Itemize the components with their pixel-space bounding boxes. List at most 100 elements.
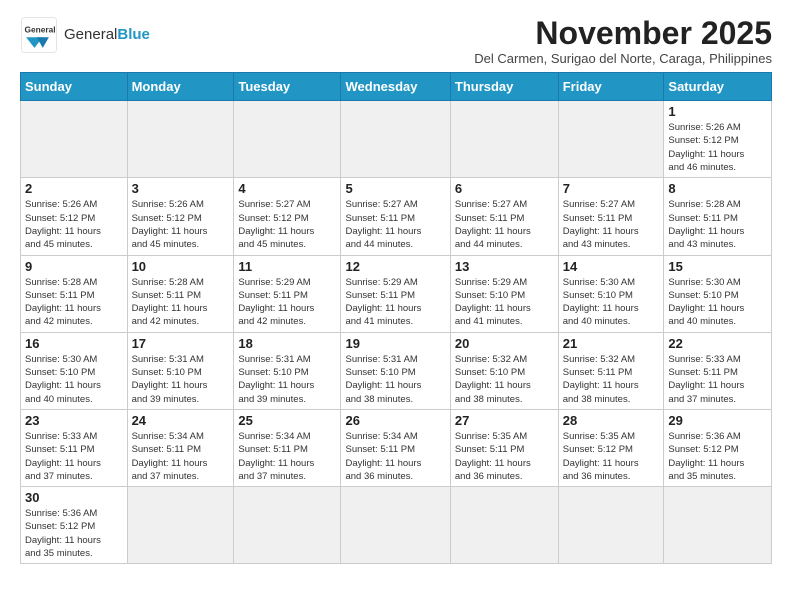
calendar-cell: 4 Sunrise: 5:27 AM Sunset: 5:12 PM Daylig…	[234, 178, 341, 255]
day-number: 17	[132, 336, 230, 351]
calendar-header-friday: Friday	[558, 73, 664, 101]
calendar-cell: 18Sunrise: 5:31 AM Sunset: 5:10 PM Dayli…	[234, 332, 341, 409]
calendar-cell	[341, 487, 450, 564]
day-info: Sunrise: 5:35 AM Sunset: 5:11 PM Dayligh…	[455, 430, 554, 483]
title-block: November 2025 Del Carmen, Surigao del No…	[474, 16, 772, 66]
day-info: Sunrise: 5:27 AM Sunset: 5:12 PM Dayligh…	[238, 198, 336, 251]
calendar-cell: 16 Sunrise: 5:30 AM Sunset: 5:10 PM Dayli…	[21, 332, 128, 409]
calendar-cell: 12Sunrise: 5:29 AM Sunset: 5:11 PM Dayli…	[341, 255, 450, 332]
day-number: 10	[132, 259, 230, 274]
day-info: Sunrise: 5:28 AM Sunset: 5:11 PM Dayligh…	[668, 198, 767, 251]
day-info: Sunrise: 5:28 AM Sunset: 5:11 PM Dayligh…	[132, 276, 230, 329]
day-info: Sunrise: 5:31 AM Sunset: 5:10 PM Dayligh…	[238, 353, 336, 406]
day-number: 12	[345, 259, 445, 274]
day-info: Sunrise: 5:33 AM Sunset: 5:11 PM Dayligh…	[668, 353, 767, 406]
day-info: Sunrise: 5:36 AM Sunset: 5:12 PM Dayligh…	[668, 430, 767, 483]
day-info: Sunrise: 5:28 AM Sunset: 5:11 PM Dayligh…	[25, 276, 123, 329]
day-info: Sunrise: 5:26 AM Sunset: 5:12 PM Dayligh…	[668, 121, 767, 174]
day-info: Sunrise: 5:32 AM Sunset: 5:10 PM Dayligh…	[455, 353, 554, 406]
calendar-cell: 26 Sunrise: 5:34 AM Sunset: 5:11 PM Dayli…	[341, 409, 450, 486]
calendar-header-monday: Monday	[127, 73, 234, 101]
calendar-cell: 19Sunrise: 5:31 AM Sunset: 5:10 PM Dayli…	[341, 332, 450, 409]
calendar-cell: 17Sunrise: 5:31 AM Sunset: 5:10 PM Dayli…	[127, 332, 234, 409]
calendar-header-wednesday: Wednesday	[341, 73, 450, 101]
day-number: 16	[25, 336, 123, 351]
day-info: Sunrise: 5:31 AM Sunset: 5:10 PM Dayligh…	[345, 353, 445, 406]
calendar-cell: 24 Sunrise: 5:34 AM Sunset: 5:11 PM Dayli…	[127, 409, 234, 486]
page-header: General GeneralBlue November 2025 Del Ca…	[20, 16, 772, 66]
day-number: 9	[25, 259, 123, 274]
day-number: 15	[668, 259, 767, 274]
calendar-header-sunday: Sunday	[21, 73, 128, 101]
day-info: Sunrise: 5:26 AM Sunset: 5:12 PM Dayligh…	[132, 198, 230, 251]
day-number: 11	[238, 259, 336, 274]
calendar-cell: 13 Sunrise: 5:29 AM Sunset: 5:10 PM Dayli…	[450, 255, 558, 332]
logo: General GeneralBlue	[20, 16, 150, 54]
day-number: 1	[668, 104, 767, 119]
day-number: 24	[132, 413, 230, 428]
day-number: 26	[345, 413, 445, 428]
calendar-cell: 30 Sunrise: 5:36 AM Sunset: 5:12 PM Dayli…	[21, 487, 128, 564]
day-info: Sunrise: 5:29 AM Sunset: 5:11 PM Dayligh…	[238, 276, 336, 329]
day-number: 23	[25, 413, 123, 428]
calendar-table: SundayMondayTuesdayWednesdayThursdayFrid…	[20, 72, 772, 564]
calendar-header-tuesday: Tuesday	[234, 73, 341, 101]
calendar-cell: 28 Sunrise: 5:35 AM Sunset: 5:12 PM Dayli…	[558, 409, 664, 486]
calendar-cell: 29 Sunrise: 5:36 AM Sunset: 5:12 PM Dayli…	[664, 409, 772, 486]
calendar-cell: 15Sunrise: 5:30 AM Sunset: 5:10 PM Dayli…	[664, 255, 772, 332]
calendar-cell	[341, 101, 450, 178]
day-number: 29	[668, 413, 767, 428]
day-info: Sunrise: 5:34 AM Sunset: 5:11 PM Dayligh…	[345, 430, 445, 483]
calendar-header-row: SundayMondayTuesdayWednesdayThursdayFrid…	[21, 73, 772, 101]
calendar-cell	[127, 487, 234, 564]
day-info: Sunrise: 5:34 AM Sunset: 5:11 PM Dayligh…	[132, 430, 230, 483]
day-info: Sunrise: 5:35 AM Sunset: 5:12 PM Dayligh…	[563, 430, 660, 483]
calendar-cell: 6 Sunrise: 5:27 AM Sunset: 5:11 PM Daylig…	[450, 178, 558, 255]
calendar-week-2: 2 Sunrise: 5:26 AM Sunset: 5:12 PM Daylig…	[21, 178, 772, 255]
day-number: 2	[25, 181, 123, 196]
logo-text: GeneralBlue	[64, 26, 150, 44]
calendar-cell	[664, 487, 772, 564]
calendar-cell: 3Sunrise: 5:26 AM Sunset: 5:12 PM Daylig…	[127, 178, 234, 255]
day-number: 13	[455, 259, 554, 274]
day-number: 30	[25, 490, 123, 505]
calendar-cell	[558, 101, 664, 178]
calendar-cell: 5 Sunrise: 5:27 AM Sunset: 5:11 PM Daylig…	[341, 178, 450, 255]
generalblue-logo-icon: General	[20, 16, 58, 54]
calendar-cell	[127, 101, 234, 178]
day-info: Sunrise: 5:34 AM Sunset: 5:11 PM Dayligh…	[238, 430, 336, 483]
day-number: 14	[563, 259, 660, 274]
day-number: 22	[668, 336, 767, 351]
day-info: Sunrise: 5:27 AM Sunset: 5:11 PM Dayligh…	[563, 198, 660, 251]
day-info: Sunrise: 5:30 AM Sunset: 5:10 PM Dayligh…	[563, 276, 660, 329]
calendar-cell: 27 Sunrise: 5:35 AM Sunset: 5:11 PM Dayli…	[450, 409, 558, 486]
day-info: Sunrise: 5:26 AM Sunset: 5:12 PM Dayligh…	[25, 198, 123, 251]
calendar-cell	[21, 101, 128, 178]
calendar-cell	[234, 101, 341, 178]
day-number: 27	[455, 413, 554, 428]
calendar-cell	[558, 487, 664, 564]
svg-text:General: General	[25, 25, 56, 35]
day-info: Sunrise: 5:29 AM Sunset: 5:10 PM Dayligh…	[455, 276, 554, 329]
page-subtitle: Del Carmen, Surigao del Norte, Caraga, P…	[474, 51, 772, 66]
calendar-cell: 10 Sunrise: 5:28 AM Sunset: 5:11 PM Dayli…	[127, 255, 234, 332]
day-info: Sunrise: 5:27 AM Sunset: 5:11 PM Dayligh…	[455, 198, 554, 251]
day-info: Sunrise: 5:36 AM Sunset: 5:12 PM Dayligh…	[25, 507, 123, 560]
day-number: 5	[345, 181, 445, 196]
day-number: 6	[455, 181, 554, 196]
page-title: November 2025	[474, 16, 772, 51]
calendar-header-saturday: Saturday	[664, 73, 772, 101]
calendar-week-6: 30 Sunrise: 5:36 AM Sunset: 5:12 PM Dayli…	[21, 487, 772, 564]
calendar-cell: 14 Sunrise: 5:30 AM Sunset: 5:10 PM Dayli…	[558, 255, 664, 332]
day-number: 8	[668, 181, 767, 196]
day-number: 28	[563, 413, 660, 428]
day-number: 4	[238, 181, 336, 196]
calendar-cell: 21Sunrise: 5:32 AM Sunset: 5:11 PM Dayli…	[558, 332, 664, 409]
day-number: 21	[563, 336, 660, 351]
calendar-cell: 20Sunrise: 5:32 AM Sunset: 5:10 PM Dayli…	[450, 332, 558, 409]
day-info: Sunrise: 5:27 AM Sunset: 5:11 PM Dayligh…	[345, 198, 445, 251]
day-info: Sunrise: 5:33 AM Sunset: 5:11 PM Dayligh…	[25, 430, 123, 483]
day-info: Sunrise: 5:30 AM Sunset: 5:10 PM Dayligh…	[25, 353, 123, 406]
calendar-cell: 23 Sunrise: 5:33 AM Sunset: 5:11 PM Dayli…	[21, 409, 128, 486]
calendar-cell: 2 Sunrise: 5:26 AM Sunset: 5:12 PM Daylig…	[21, 178, 128, 255]
